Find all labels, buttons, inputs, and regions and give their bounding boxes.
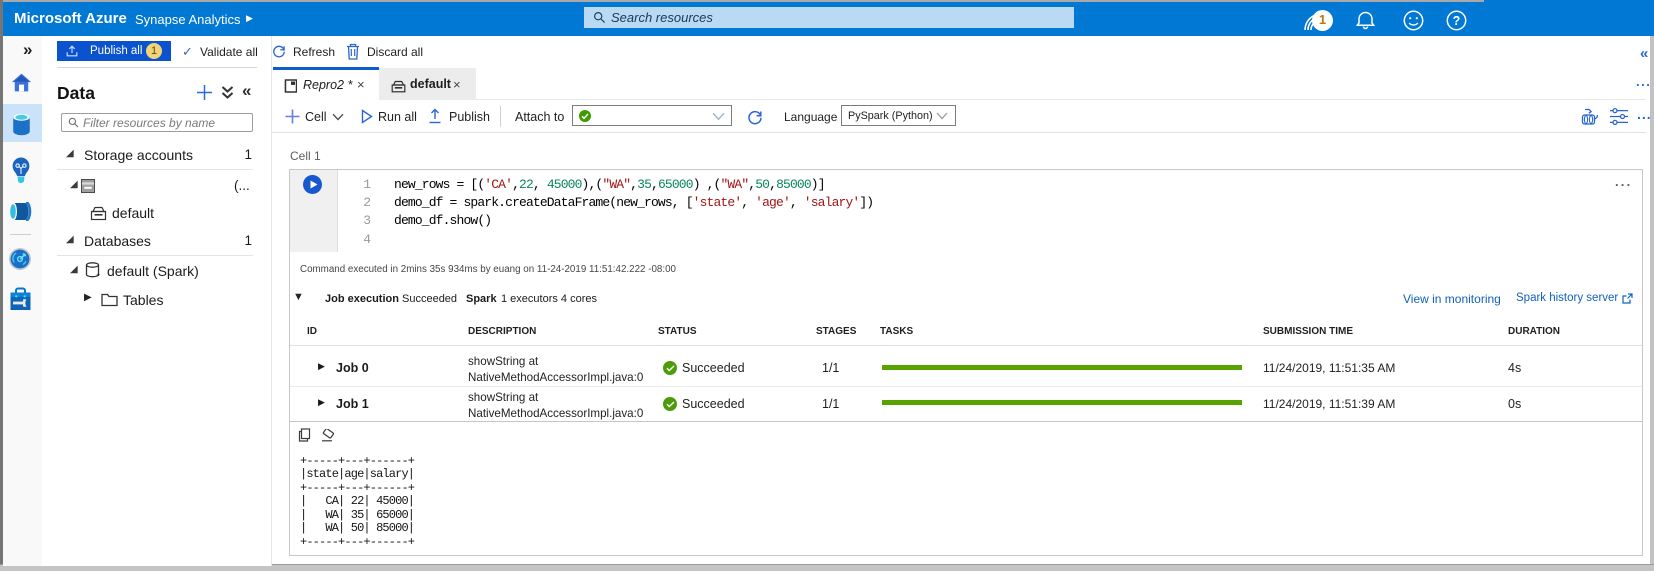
svg-text:*: * [97, 272, 101, 281]
svg-text:?: ? [1453, 14, 1461, 28]
